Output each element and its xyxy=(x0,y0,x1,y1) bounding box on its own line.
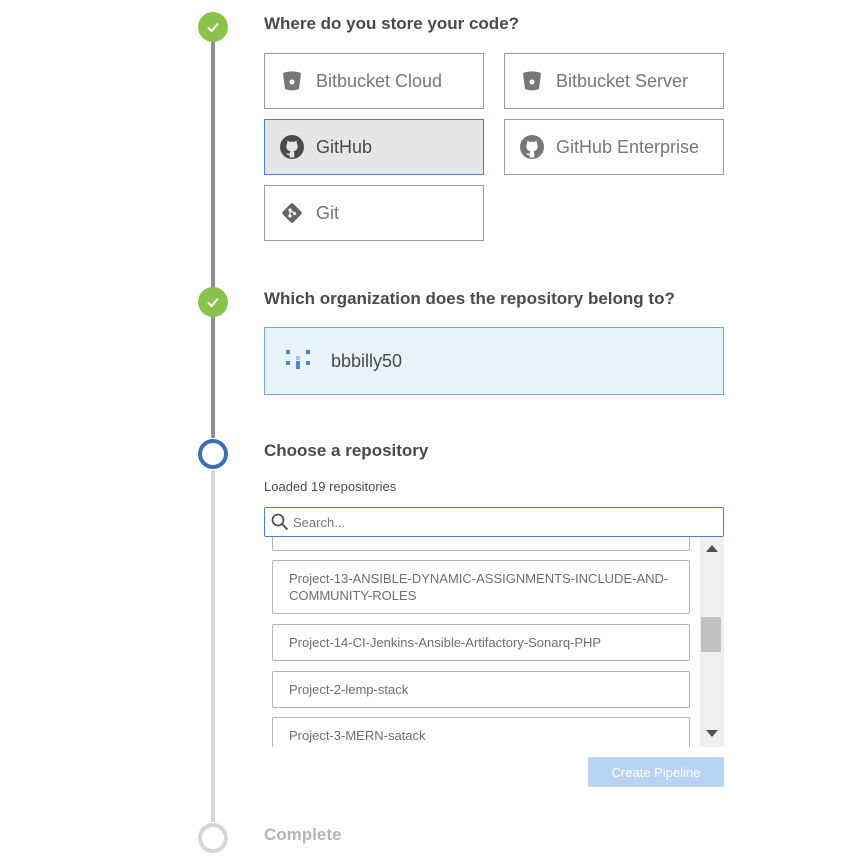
avatar xyxy=(283,346,313,376)
github-icon xyxy=(279,134,305,160)
bitbucket-cloud-label: Bitbucket Cloud xyxy=(316,70,443,91)
scrollbar-thumb[interactable] xyxy=(701,617,721,652)
create-pipeline-button[interactable]: Create Pipeline xyxy=(588,757,724,787)
bitbucket-icon xyxy=(279,68,305,94)
repository-name: Project-3-MERN-satack xyxy=(289,728,426,743)
bitbucket-server-button[interactable]: Bitbucket Server xyxy=(504,53,724,109)
bitbucket-cloud-button[interactable]: Bitbucket Cloud xyxy=(264,53,484,109)
scroll-up-arrow-icon[interactable] xyxy=(706,545,718,552)
step-title-repository: Choose a repository xyxy=(264,441,429,460)
repository-name: Project-14-CI-Jenkins-Ansible-Artifactor… xyxy=(289,635,602,650)
scrollbar[interactable] xyxy=(700,537,724,747)
step-title-store-code: Where do you store your code? xyxy=(264,14,520,33)
bitbucket-server-label: Bitbucket Server xyxy=(556,70,689,91)
step-current-icon xyxy=(198,439,228,469)
github-icon xyxy=(519,134,545,160)
step-complete-icon xyxy=(198,12,228,42)
github-enterprise-button[interactable]: GitHub Enterprise xyxy=(504,119,724,175)
organization-name: bbbilly50 xyxy=(331,350,403,371)
list-item[interactable]: Project-13-ANSIBLE-DYNAMIC-ASSIGNMENTS-I… xyxy=(272,560,690,614)
repository-search[interactable] xyxy=(264,507,724,537)
search-input[interactable] xyxy=(289,514,693,530)
timeline-line-done xyxy=(211,316,215,438)
bitbucket-icon xyxy=(519,68,545,94)
git-button[interactable]: Git xyxy=(264,185,484,241)
github-button[interactable]: GitHub xyxy=(264,119,484,175)
timeline-line-pending xyxy=(211,470,215,822)
repository-name: Project-2-lemp-stack xyxy=(289,682,409,697)
repository-list[interactable]: Project-13-ANSIBLE-DYNAMIC-ASSIGNMENTS-I… xyxy=(264,537,700,747)
github-enterprise-label: GitHub Enterprise xyxy=(556,136,700,157)
list-item[interactable]: Project-14-CI-Jenkins-Ansible-Artifactor… xyxy=(272,624,690,661)
git-label: Git xyxy=(316,202,340,223)
check-icon xyxy=(207,297,219,308)
list-item[interactable] xyxy=(272,537,690,551)
git-icon xyxy=(279,200,305,226)
repository-name: Project-13-ANSIBLE-DYNAMIC-ASSIGNMENTS-I… xyxy=(289,571,669,603)
search-icon xyxy=(271,513,289,531)
step-pending-icon xyxy=(198,823,228,853)
step-title-complete: Complete xyxy=(264,825,342,844)
step-title-organization: Which organization does the repository b… xyxy=(264,289,675,308)
loaded-repositories-text: Loaded 19 repositories xyxy=(264,479,397,494)
organization-item[interactable]: bbbilly50 xyxy=(264,327,724,395)
list-item[interactable]: Project-3-MERN-satack xyxy=(272,717,690,747)
github-label: GitHub xyxy=(316,136,373,157)
timeline-line-done xyxy=(211,38,215,290)
list-item[interactable]: Project-2-lemp-stack xyxy=(272,671,690,708)
step-complete-icon xyxy=(198,287,228,317)
check-icon xyxy=(207,22,219,33)
scroll-down-arrow-icon[interactable] xyxy=(706,730,718,737)
